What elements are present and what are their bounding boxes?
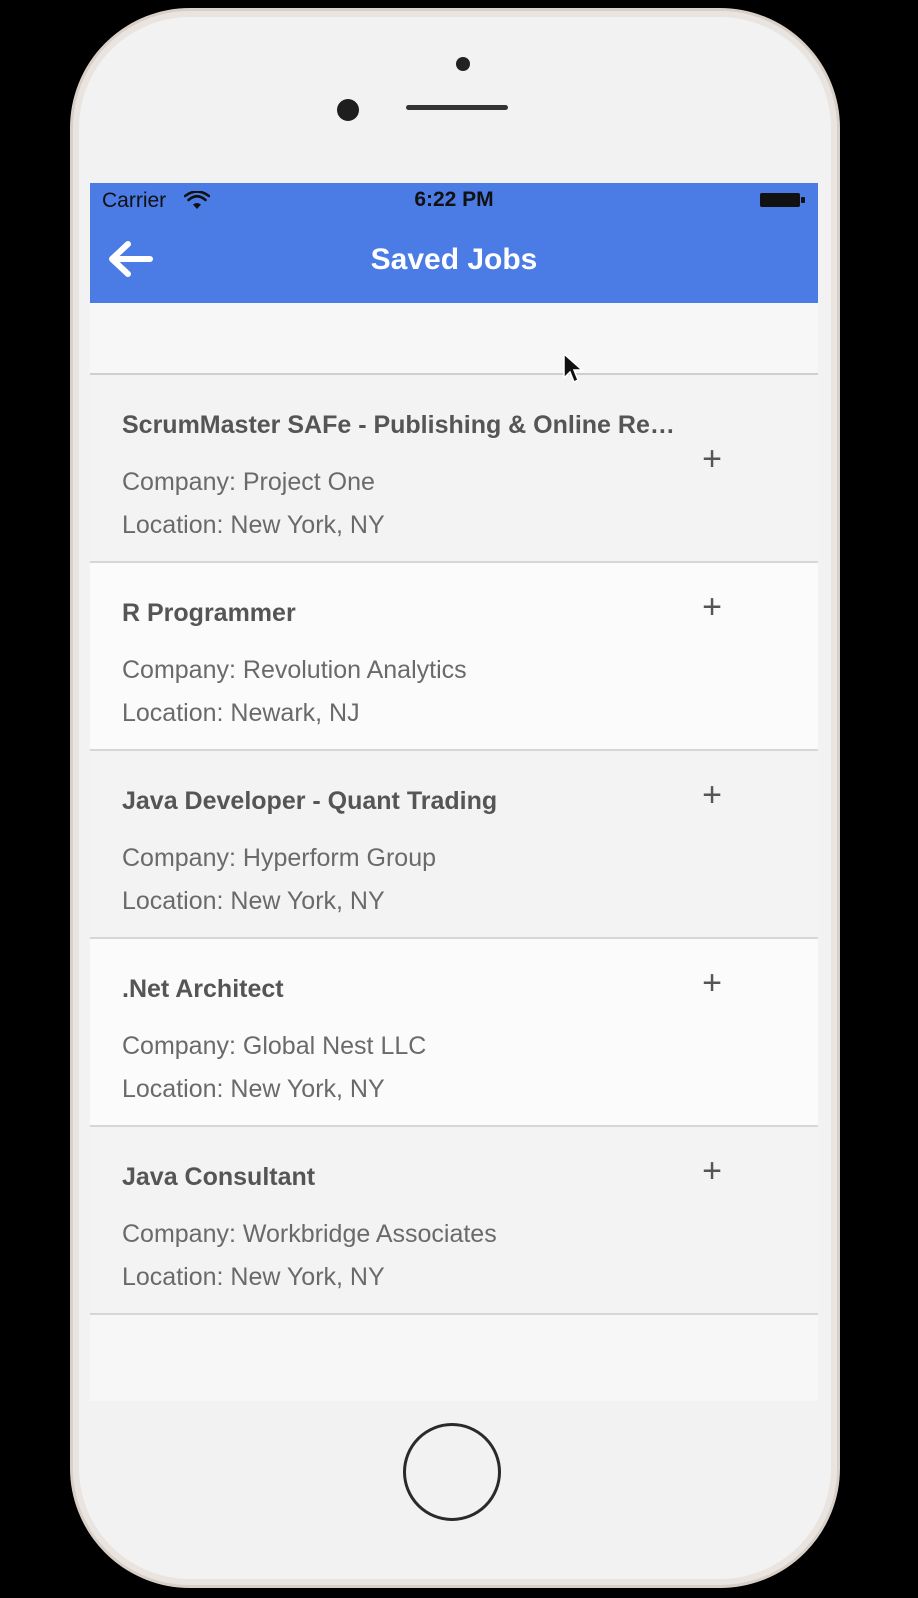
job-company: Company: Global Nest LLC [122, 1032, 427, 1060]
home-button[interactable] [403, 1423, 501, 1521]
job-list-item[interactable]: .Net Architect + Company: Global Nest LL… [90, 939, 818, 1127]
job-company: Company: Workbridge Associates [122, 1220, 497, 1248]
job-list-item[interactable]: Java Consultant + Company: Workbridge As… [90, 1127, 818, 1315]
job-company: Company: Revolution Analytics [122, 656, 467, 684]
earpiece-speaker [406, 105, 508, 110]
add-job-button[interactable]: + [698, 778, 726, 812]
add-job-button[interactable]: + [698, 1154, 726, 1188]
job-location: Location: New York, NY [122, 1075, 385, 1103]
job-list-item[interactable]: R Programmer + Company: Revolution Analy… [90, 563, 818, 751]
page-title: Saved Jobs [370, 243, 538, 276]
job-title: ScrumMaster SAFe - Publishing & Online R… [122, 411, 675, 439]
job-title: .Net Architect [122, 975, 284, 1003]
job-list-item[interactable]: Java Developer - Quant Trading + Company… [90, 751, 818, 939]
status-time: 6:22 PM [414, 188, 494, 211]
add-job-button[interactable]: + [698, 966, 726, 1000]
job-title: Java Developer - Quant Trading [122, 787, 498, 815]
add-job-button[interactable]: + [698, 590, 726, 624]
app-screen: Carrier 6:22 PM Saved Jobs ScrumMaster S… [90, 183, 818, 1401]
job-title: R Programmer [122, 599, 296, 627]
front-camera [337, 99, 359, 121]
job-location: Location: New York, NY [122, 1263, 385, 1291]
add-job-button[interactable]: + [698, 442, 726, 476]
job-location: Location: New York, NY [122, 887, 385, 915]
job-company: Company: Project One [122, 468, 375, 496]
saved-jobs-list: ScrumMaster SAFe - Publishing & Online R… [90, 373, 818, 1315]
job-list-item[interactable]: ScrumMaster SAFe - Publishing & Online R… [90, 375, 818, 563]
job-company: Company: Hyperform Group [122, 844, 437, 872]
mouse-pointer-icon [563, 352, 584, 384]
proximity-sensor [456, 57, 470, 71]
job-title: Java Consultant [122, 1163, 316, 1191]
job-location: Location: Newark, NJ [122, 699, 360, 727]
phone-frame: Carrier 6:22 PM Saved Jobs ScrumMaster S… [70, 8, 840, 1588]
job-location: Location: New York, NY [122, 511, 385, 539]
navigation-bar: Carrier 6:22 PM Saved Jobs [90, 183, 818, 303]
battery-icon [760, 193, 805, 207]
